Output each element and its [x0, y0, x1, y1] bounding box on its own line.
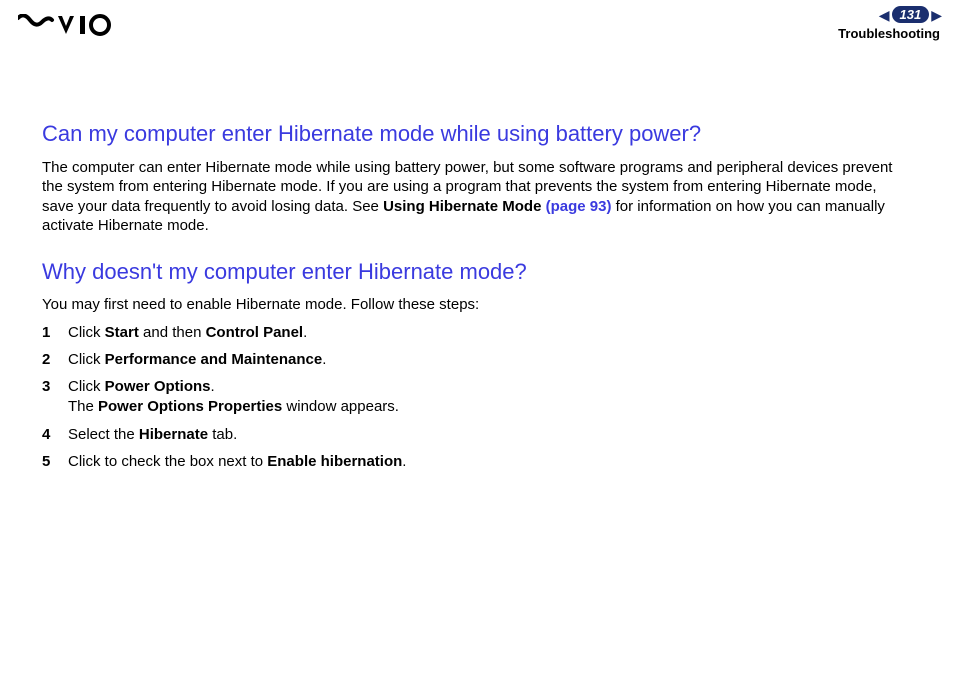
step-item: 1 Click Start and then Control Panel. [42, 323, 912, 343]
next-page-icon[interactable]: ▶ [931, 8, 942, 22]
step-text-frag: Click to check the box next to [68, 453, 267, 470]
page-content: Can my computer enter Hibernate mode whi… [0, 48, 954, 472]
step-number: 1 [42, 323, 68, 343]
step-text: Click Power Options. The Power Options P… [68, 377, 912, 418]
step-item: 4 Select the Hibernate tab. [42, 425, 912, 445]
step-item: 5 Click to check the box next to Enable … [42, 452, 912, 472]
step-text-frag: Click [68, 324, 105, 341]
section-title: Troubleshooting [838, 26, 940, 41]
step-text: Click Start and then Control Panel. [68, 323, 912, 343]
step-bold: Control Panel [206, 324, 304, 341]
step-text-frag: . [402, 453, 406, 470]
question-2-intro: You may first need to enable Hibernate m… [42, 295, 912, 315]
page-header: ◀ 131 ▶ Troubleshooting [0, 0, 954, 48]
step-item: 2 Click Performance and Maintenance. [42, 350, 912, 370]
step-text-frag: window appears. [282, 398, 399, 415]
step-number: 4 [42, 425, 68, 445]
q1-page-link[interactable]: (page 93) [541, 198, 611, 215]
step-number: 2 [42, 350, 68, 370]
page-nav: ◀ 131 ▶ [879, 6, 942, 23]
step-text-frag: The [68, 398, 98, 415]
vaio-logo [18, 14, 114, 36]
step-bold: Hibernate [139, 426, 208, 443]
page-number-badge: 131 [892, 6, 930, 23]
step-text: Select the Hibernate tab. [68, 425, 912, 445]
step-text: Click to check the box next to Enable hi… [68, 452, 912, 472]
step-item: 3 Click Power Options. The Power Options… [42, 377, 912, 418]
steps-list: 1 Click Start and then Control Panel. 2 … [42, 323, 912, 473]
step-text: Click Performance and Maintenance. [68, 350, 912, 370]
step-text-frag: and then [139, 324, 206, 341]
step-number: 3 [42, 377, 68, 397]
step-bold: Performance and Maintenance [105, 351, 323, 368]
prev-page-icon[interactable]: ◀ [879, 8, 890, 22]
q1-ref-bold: Using Hibernate Mode [383, 198, 541, 215]
step-text-frag: . [211, 378, 215, 395]
step-text-frag: Select the [68, 426, 139, 443]
step-text-frag: . [303, 324, 307, 341]
step-number: 5 [42, 452, 68, 472]
question-2-heading: Why doesn't my computer enter Hibernate … [42, 258, 912, 286]
step-bold: Power Options Properties [98, 398, 282, 415]
step-text-frag: Click [68, 351, 105, 368]
step-text-frag: . [322, 351, 326, 368]
step-bold: Power Options [105, 378, 211, 395]
step-text-frag: tab. [208, 426, 237, 443]
question-1-heading: Can my computer enter Hibernate mode whi… [42, 120, 912, 148]
question-1-body: The computer can enter Hibernate mode wh… [42, 158, 912, 236]
step-bold: Enable hibernation [267, 453, 402, 470]
step-bold: Start [105, 324, 139, 341]
step-text-frag: Click [68, 378, 105, 395]
